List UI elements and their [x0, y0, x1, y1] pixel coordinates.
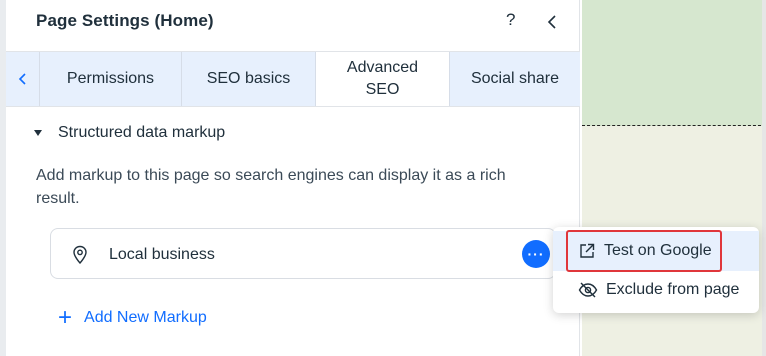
panel-title: Page Settings (Home): [36, 11, 214, 30]
canvas-area-top: [582, 0, 766, 126]
tab-permissions[interactable]: Permissions: [40, 52, 182, 106]
canvas-scrollbar[interactable]: [762, 0, 766, 356]
markup-item-label: Local business: [109, 246, 215, 263]
tabs-scroll-left-button[interactable]: [6, 52, 40, 106]
add-new-markup-button[interactable]: + Add New Markup: [58, 304, 207, 331]
expand-triangle-icon: [34, 130, 42, 136]
highlight-box: [566, 230, 722, 272]
more-actions-button[interactable]: ···: [522, 240, 550, 268]
page-settings-panel: Page Settings (Home) ? Permissions SEO b…: [0, 0, 580, 356]
panel-header: Page Settings (Home) ?: [36, 0, 576, 44]
menu-item-label: Exclude from page: [606, 281, 740, 298]
location-pin-icon: [73, 245, 87, 265]
eye-off-icon: [578, 282, 598, 298]
add-new-markup-label: Add New Markup: [84, 309, 207, 326]
tab-seo-basics[interactable]: SEO basics: [182, 52, 316, 106]
back-chevron-icon[interactable]: [542, 12, 562, 32]
markup-item-local-business[interactable]: Local business: [50, 228, 556, 279]
chevron-left-icon: [18, 73, 26, 85]
tab-advanced-seo-label: Advanced SEO: [346, 59, 419, 98]
menu-item-exclude-from-page[interactable]: Exclude from page: [553, 270, 759, 310]
section-title: Structured data markup: [58, 124, 226, 141]
tab-social-share[interactable]: Social share: [450, 52, 580, 106]
tab-advanced-seo[interactable]: Advanced SEO: [316, 52, 450, 106]
plus-icon: +: [58, 304, 73, 331]
tabs-bar: Permissions SEO basics Advanced SEO Soci…: [6, 51, 580, 107]
help-button[interactable]: ?: [506, 10, 515, 30]
section-description: Add markup to this page so search engine…: [36, 167, 506, 207]
canvas-section-divider: [582, 125, 766, 126]
structured-data-toggle[interactable]: Structured data markup: [34, 124, 225, 142]
